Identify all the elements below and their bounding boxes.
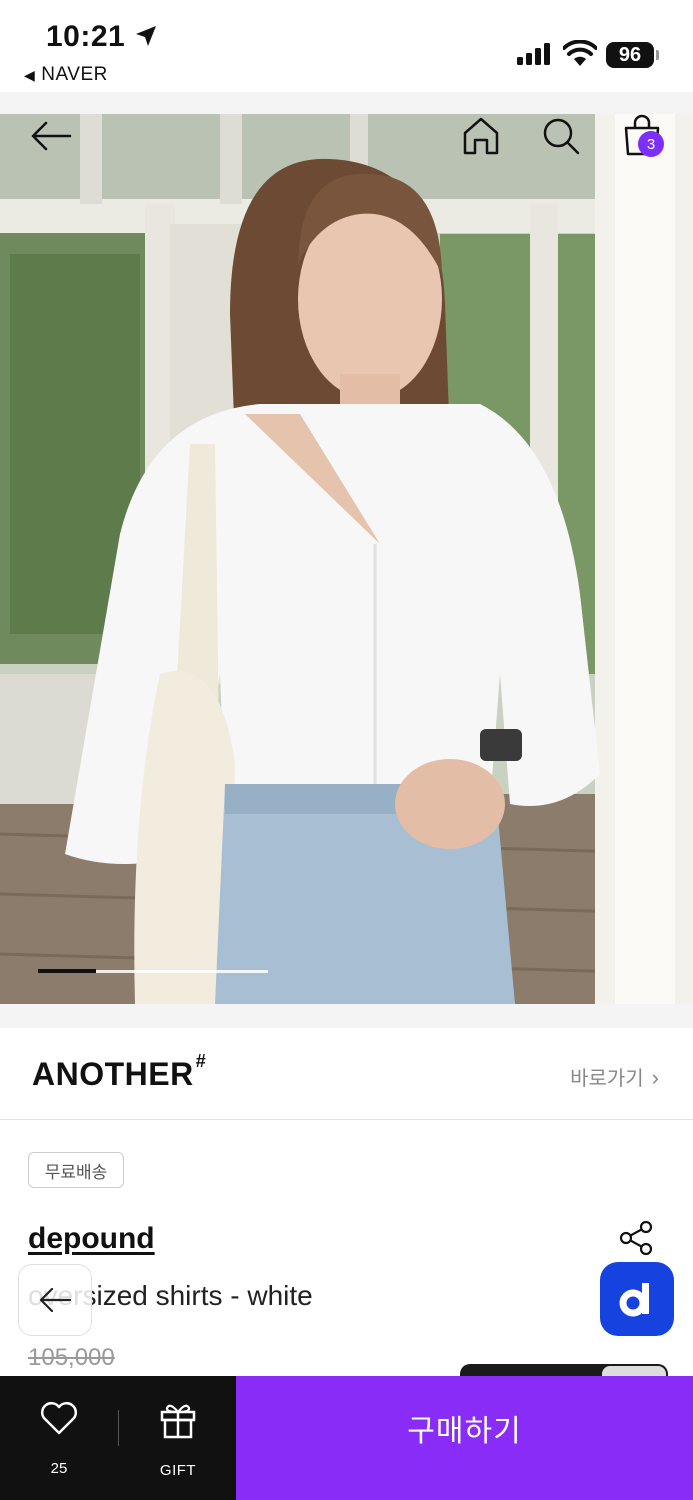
gallery-progress-fill bbox=[38, 969, 96, 973]
status-bar: 10:21 ◀ NAVER 96 bbox=[0, 0, 693, 92]
wifi-icon bbox=[563, 40, 597, 66]
back-triangle-icon: ◀ bbox=[24, 67, 36, 83]
floating-back-button[interactable] bbox=[18, 1264, 92, 1336]
d-logo-icon bbox=[619, 1283, 649, 1317]
brand-name: ANOTHER bbox=[32, 1056, 194, 1092]
gift-button[interactable]: GIFT bbox=[140, 1396, 216, 1486]
section-spacer bbox=[0, 1004, 693, 1028]
location-arrow-icon bbox=[136, 26, 156, 46]
cart-count-badge: 3 bbox=[638, 131, 664, 157]
back-to-app-link[interactable]: ◀ NAVER bbox=[24, 64, 108, 86]
brand-link-label: 바로가기 bbox=[570, 1068, 644, 1090]
product-image-gallery[interactable] bbox=[0, 114, 693, 1004]
bottom-left-actions: 25 GIFT bbox=[0, 1376, 236, 1500]
header-spacer bbox=[0, 92, 693, 114]
brand-shortcut-link[interactable]: 바로가기 › bbox=[570, 1062, 659, 1091]
home-icon[interactable] bbox=[462, 116, 500, 156]
buy-button[interactable]: 구매하기 bbox=[236, 1376, 693, 1500]
seller-link[interactable]: depound bbox=[28, 1222, 155, 1256]
back-arrow-icon[interactable] bbox=[30, 120, 72, 152]
bottom-action-bar: 25 GIFT 구매하기 bbox=[0, 1376, 693, 1500]
chevron-right-icon: › bbox=[651, 1065, 659, 1090]
search-icon[interactable] bbox=[541, 116, 581, 156]
cellular-signal-icon bbox=[517, 43, 550, 65]
like-count: 25 bbox=[50, 1460, 68, 1477]
free-shipping-badge: 무료배송 bbox=[28, 1152, 124, 1188]
original-price: 105,000 bbox=[28, 1344, 115, 1371]
product-photo bbox=[0, 114, 693, 1004]
gift-icon bbox=[160, 1404, 196, 1439]
status-time: 10:21 bbox=[46, 20, 126, 53]
battery-indicator: 96 bbox=[606, 42, 654, 68]
back-app-label: NAVER bbox=[41, 64, 108, 85]
brand-row[interactable]: ANOTHER # 바로가기 › bbox=[0, 1028, 693, 1120]
brand-mark: # bbox=[195, 1051, 207, 1072]
brand-logo: ANOTHER # bbox=[32, 1051, 206, 1093]
battery-nub bbox=[656, 50, 659, 60]
bottom-divider bbox=[118, 1410, 119, 1446]
gift-label: GIFT bbox=[159, 1462, 197, 1479]
heart-icon bbox=[41, 1402, 77, 1435]
arrow-left-icon bbox=[39, 1287, 72, 1313]
like-button[interactable]: 25 bbox=[20, 1396, 98, 1486]
app-shortcut-button[interactable] bbox=[600, 1262, 674, 1336]
share-icon[interactable] bbox=[618, 1220, 654, 1256]
